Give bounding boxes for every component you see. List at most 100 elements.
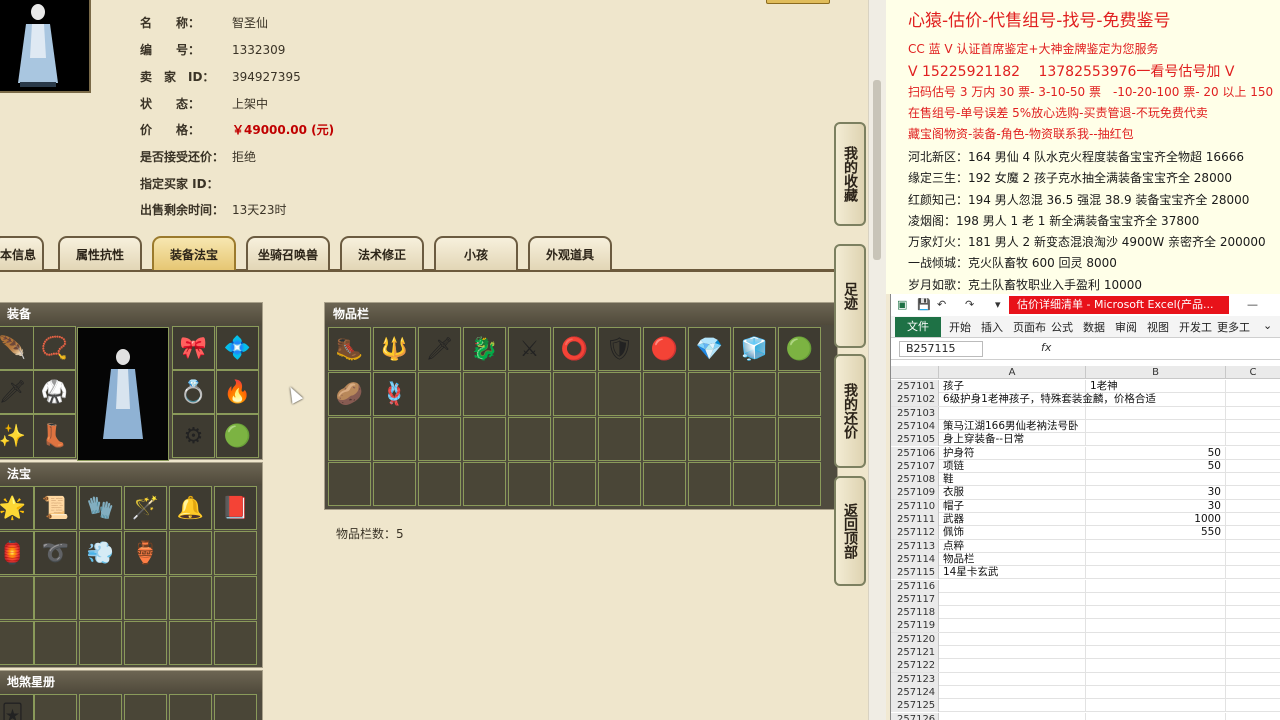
tab-child[interactable]: 小孩 [434, 236, 518, 270]
bag-slot-empty[interactable] [508, 462, 551, 506]
row-number[interactable]: 257119 [891, 619, 939, 633]
cell-b[interactable] [1086, 606, 1226, 620]
bag-slot-empty[interactable] [373, 462, 416, 506]
treasure-slot[interactable]: 🏮 [0, 531, 34, 575]
bag-slot[interactable]: 🪢 [373, 372, 416, 416]
star-book-slot-empty[interactable] [169, 694, 212, 720]
row-number[interactable]: 257114 [891, 552, 939, 566]
cell-a[interactable]: 衣服 [941, 486, 1086, 500]
star-book-slot-empty[interactable] [214, 694, 257, 720]
star-book-slot-empty[interactable] [34, 694, 77, 720]
cell-b[interactable]: 50 [1086, 459, 1226, 473]
bag-slot-empty[interactable] [778, 417, 821, 461]
cell-a[interactable]: 点粹 [941, 539, 1086, 553]
bag-slot-empty[interactable] [373, 417, 416, 461]
bag-slot-empty[interactable] [733, 372, 776, 416]
ribbon-tab-more-tools[interactable]: 更多工 [1217, 319, 1250, 335]
cell-b[interactable]: 550 [1086, 526, 1226, 540]
ribbon-tab-view[interactable]: 视图 [1147, 319, 1169, 335]
equip-slot-amulet[interactable]: ⚙ [172, 414, 215, 458]
cell-b[interactable] [1086, 419, 1226, 433]
top-action-button[interactable] [766, 0, 830, 4]
cell-b[interactable] [1086, 566, 1226, 580]
bag-slot-empty[interactable] [463, 462, 506, 506]
bag-slot-empty[interactable] [553, 372, 596, 416]
excel-app-icon[interactable]: ▣ [897, 298, 907, 311]
row-number[interactable]: 257104 [891, 419, 939, 433]
row-number[interactable]: 257118 [891, 606, 939, 620]
back-to-top-button[interactable]: 返回顶部 [834, 476, 866, 586]
bag-slot-empty[interactable] [463, 417, 506, 461]
cell-b[interactable] [1086, 672, 1226, 686]
cell-a[interactable]: 6级护身1老神孩子，特殊套装金麟，价格合适 [941, 393, 1156, 407]
star-book-slot[interactable]: 🃏 [0, 694, 34, 720]
treasure-slot[interactable]: 💨 [79, 531, 122, 575]
bag-slot-empty[interactable] [508, 372, 551, 416]
bag-slot-empty[interactable] [418, 417, 461, 461]
bag-slot-empty[interactable] [508, 417, 551, 461]
bag-slot-empty[interactable] [418, 462, 461, 506]
cell-b[interactable]: 30 [1086, 499, 1226, 513]
treasure-slot[interactable]: ➰ [34, 531, 77, 575]
cell-a[interactable] [941, 406, 1086, 420]
tab-basic-info[interactable]: 本信息 [0, 236, 44, 270]
bag-slot[interactable]: 🛡 [598, 327, 641, 371]
cell-a[interactable] [941, 712, 1086, 720]
row-number[interactable]: 257105 [891, 433, 939, 447]
equip-slot-boots[interactable]: 👢 [33, 414, 76, 458]
cell-b[interactable] [1086, 632, 1226, 646]
bag-slot-empty[interactable] [328, 417, 371, 461]
equip-slot-armor[interactable]: 🥋 [33, 370, 76, 414]
bag-slot-empty[interactable] [463, 372, 506, 416]
bag-slot-empty[interactable] [688, 372, 731, 416]
treasure-slot[interactable]: 🔔 [169, 486, 212, 530]
bag-slot[interactable]: ⚔ [508, 327, 551, 371]
equip-slot-helmet[interactable]: 🪶 [0, 326, 34, 370]
cell-b[interactable] [1086, 393, 1226, 407]
ribbon-tab-data[interactable]: 数据 [1083, 319, 1105, 335]
bag-slot-empty[interactable] [778, 462, 821, 506]
bag-slot-empty[interactable] [418, 372, 461, 416]
cell-a[interactable]: 策马江湖166男仙老衲法号卧 [941, 419, 1086, 433]
cell-b[interactable] [1086, 659, 1226, 673]
row-number[interactable]: 257110 [891, 499, 939, 513]
cell-a[interactable]: 帽子 [941, 499, 1086, 513]
cell-b[interactable]: 1000 [1086, 513, 1226, 526]
treasure-slot-empty[interactable] [79, 576, 122, 620]
treasure-slot[interactable]: 🏺 [124, 531, 167, 575]
cell-b[interactable] [1086, 579, 1226, 593]
cell-b[interactable] [1086, 685, 1226, 699]
cell-b[interactable] [1086, 433, 1226, 447]
cell-b[interactable] [1086, 406, 1226, 420]
my-favorites-button[interactable]: 我的收藏 [834, 122, 866, 226]
equip-slot-staff[interactable]: ✨ [0, 414, 34, 458]
treasure-slot[interactable]: 🪄 [124, 486, 167, 530]
bag-slot[interactable]: 🗡 [418, 327, 461, 371]
bag-slot-empty[interactable] [643, 417, 686, 461]
column-header-b[interactable]: B [1086, 366, 1226, 379]
cell-b[interactable] [1086, 699, 1226, 713]
equip-slot-necklace[interactable]: 📿 [33, 326, 76, 370]
bag-slot-empty[interactable] [688, 417, 731, 461]
cell-a[interactable]: 武器 [941, 513, 1086, 526]
tab-appearance[interactable]: 外观道具 [528, 236, 612, 270]
cell-b[interactable]: 30 [1086, 486, 1226, 500]
row-number[interactable]: 257109 [891, 486, 939, 500]
treasure-slot-empty[interactable] [214, 576, 257, 620]
row-number[interactable]: 257107 [891, 459, 939, 473]
row-number[interactable]: 257106 [891, 446, 939, 460]
treasure-slot-empty[interactable] [0, 576, 34, 620]
cell-a[interactable]: 佩饰 [941, 526, 1086, 540]
select-all-corner[interactable] [891, 366, 939, 379]
tab-equipment[interactable]: 装备法宝 [152, 236, 236, 270]
bag-slot-empty[interactable] [778, 372, 821, 416]
row-number[interactable]: 257111 [891, 513, 939, 526]
ribbon-tab-insert[interactable]: 插入 [981, 319, 1003, 335]
bag-slot-empty[interactable] [598, 417, 641, 461]
row-number[interactable]: 257120 [891, 632, 939, 646]
ribbon-tab-file[interactable]: 文件 [895, 317, 941, 337]
bag-slot[interactable]: 💎 [688, 327, 731, 371]
cell-b[interactable] [1086, 552, 1226, 566]
cell-a[interactable] [941, 659, 1086, 673]
cell-a[interactable]: 鞋 [941, 473, 1086, 487]
